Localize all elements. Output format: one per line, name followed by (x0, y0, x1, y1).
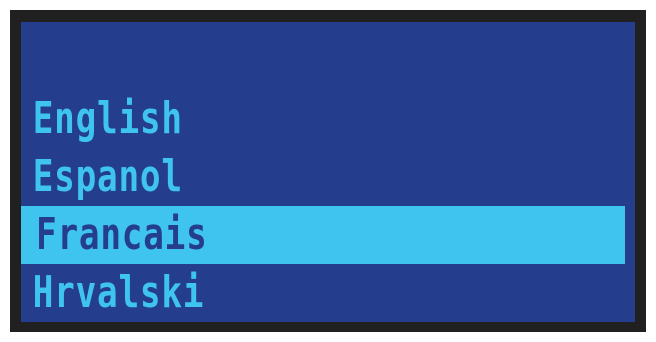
language-menu-screen: English Espanol Francais Hrvalski (21, 22, 635, 322)
language-option-label: Hrvalski (32, 267, 205, 318)
language-option-english[interactable]: English (21, 90, 500, 148)
language-option-hrvalski[interactable]: Hrvalski (21, 264, 500, 322)
language-option-label: Francais (36, 209, 208, 260)
language-option-label: English (32, 93, 183, 144)
language-list: English Espanol Francais Hrvalski (21, 90, 635, 322)
language-option-francais[interactable]: Francais (21, 206, 635, 264)
language-option-espanol[interactable]: Espanol (21, 148, 500, 206)
language-option-label: Espanol (32, 151, 183, 202)
